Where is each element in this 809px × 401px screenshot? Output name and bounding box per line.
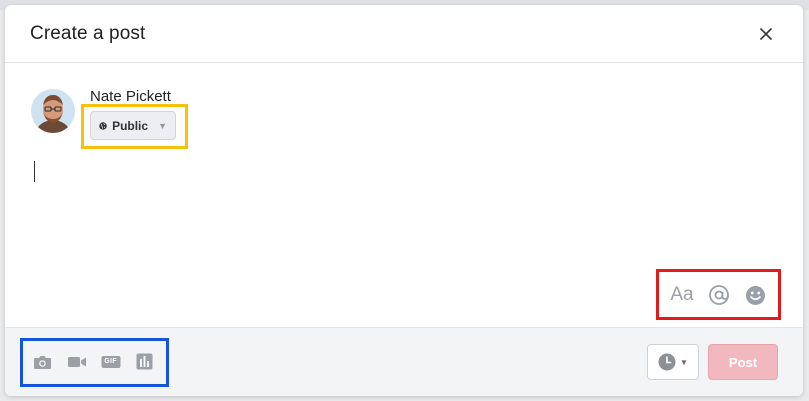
- add-photo-button[interactable]: [32, 351, 53, 372]
- dialog-title: Create a post: [30, 22, 146, 44]
- emoji-button[interactable]: [743, 283, 767, 307]
- at-icon: [709, 285, 729, 305]
- smiley-icon: [745, 285, 765, 305]
- add-poll-button[interactable]: [134, 351, 155, 372]
- add-gif-button[interactable]: GIF: [100, 351, 121, 372]
- gif-label: GIF: [104, 358, 117, 365]
- bar-chart-icon: [136, 353, 153, 370]
- caret-down-icon: ▼: [680, 357, 688, 367]
- media-tools: GIF: [32, 351, 155, 372]
- close-button[interactable]: [755, 23, 777, 45]
- avatar: [31, 89, 75, 133]
- camera-icon: [34, 355, 51, 369]
- format-tools: Aa: [669, 280, 767, 310]
- close-icon: [760, 27, 772, 40]
- create-post-dialog: Create a post Nate Pickett Public ▼ Aa G…: [5, 5, 803, 396]
- privacy-label: Public: [112, 118, 149, 133]
- dialog-footer: GIF ▼ Post: [5, 327, 803, 396]
- text-format-button[interactable]: Aa: [669, 284, 695, 306]
- video-camera-icon: [67, 356, 86, 367]
- schedule-post-button[interactable]: ▼: [647, 344, 699, 380]
- add-video-button[interactable]: [66, 351, 87, 372]
- mention-button[interactable]: [707, 283, 731, 307]
- dialog-header: Create a post: [5, 5, 803, 63]
- privacy-selector[interactable]: Public ▼: [90, 111, 176, 140]
- clock-icon: [658, 353, 676, 371]
- globe-icon: [99, 121, 107, 130]
- caret-down-icon: ▼: [158, 120, 167, 131]
- author-name: Nate Pickett: [90, 88, 171, 105]
- post-button[interactable]: Post: [708, 344, 778, 380]
- post-composer-input[interactable]: [33, 160, 773, 270]
- dialog-body: Nate Pickett Public ▼ Aa: [5, 63, 803, 327]
